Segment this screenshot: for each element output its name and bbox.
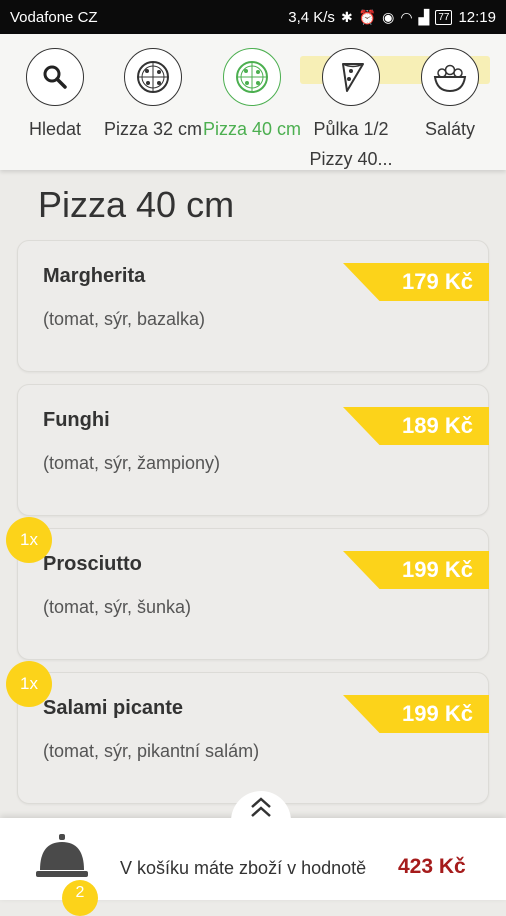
product-description: (tomat, sýr, bazalka) (43, 309, 206, 329)
cart-count-badge: 2 (62, 880, 98, 916)
product-name: Funghi (43, 409, 110, 431)
status-icons: 3,4 K/s ✱ ⏰ ◉ ◠ ▟ 77 12:19 (288, 9, 496, 26)
category-label: Saláty (424, 119, 476, 139)
status-bar: Vodafone CZ 3,4 K/s ✱ ⏰ ◉ ◠ ▟ 77 12:19 (0, 0, 506, 34)
battery-icon: 77 (435, 9, 453, 25)
price-tag: 189 Kč (343, 407, 489, 445)
product-name: Margherita (43, 265, 146, 287)
category-pizza-32[interactable]: Pizza 32 cm (103, 48, 203, 144)
category-search[interactable]: Hledat (5, 48, 105, 144)
product-name: Salami picante (43, 697, 184, 719)
category-pizza-40[interactable]: Pizza 40 cm (202, 48, 302, 144)
pizza-slice-icon (322, 48, 380, 106)
wifi-icon: ◠ (400, 9, 413, 25)
chevron-up-icon (248, 795, 274, 824)
category-label: Hledat (28, 119, 82, 139)
salad-icon (421, 48, 479, 106)
quantity-badge: 1x (6, 517, 52, 563)
cart-total: 423 Kč (398, 855, 466, 878)
page-title: Pizza 40 cm (38, 184, 235, 225)
network-speed: 3,4 K/s (288, 8, 335, 26)
alarm-icon: ⏰ (358, 9, 377, 25)
carrier-name: Vodafone CZ (10, 8, 98, 26)
category-salads[interactable]: Saláty (400, 48, 500, 144)
price-tag: 199 Kč (343, 551, 489, 589)
clock: 12:19 (458, 8, 496, 26)
price-tag: 179 Kč (343, 263, 489, 301)
eye-icon: ◉ (382, 9, 395, 25)
product-description: (tomat, sýr, pikantní salám) (43, 741, 260, 761)
signal-icon: ▟ (418, 9, 430, 25)
product-card[interactable]: Funghi (tomat, sýr, žampiony) 189 Kč (17, 384, 489, 516)
category-label: Pizza 32 cm (103, 119, 203, 139)
product-name: Prosciutto (43, 553, 142, 575)
price-tag: 199 Kč (343, 695, 489, 733)
category-label: Půlka 1/2 Pizzy 40... (309, 119, 393, 169)
product-description: (tomat, sýr, žampiony) (43, 453, 221, 473)
bluetooth-icon: ✱ (340, 9, 353, 25)
product-card[interactable]: Salami picante (tomat, sýr, pikantní sal… (6, 661, 489, 804)
pizza-icon (223, 48, 281, 106)
quantity-badge: 1x (6, 661, 52, 707)
category-nav: Hledat Pizza 32 cm Pizza 40 cm Půlka 1/2… (0, 34, 506, 170)
product-card[interactable]: Margherita (tomat, sýr, bazalka) 179 Kč (17, 240, 489, 372)
pizza-icon (124, 48, 182, 106)
cart-summary-text: V košíku máte zboží v hodnotě (120, 858, 367, 878)
search-icon (26, 48, 84, 106)
category-half-pizza[interactable]: Půlka 1/2 Pizzy 40... (301, 48, 401, 170)
product-description: (tomat, sýr, šunka) (43, 597, 192, 617)
category-label: Pizza 40 cm (202, 119, 302, 139)
product-card[interactable]: Prosciutto (tomat, sýr, šunka) 199 Kč 1x (6, 517, 489, 660)
